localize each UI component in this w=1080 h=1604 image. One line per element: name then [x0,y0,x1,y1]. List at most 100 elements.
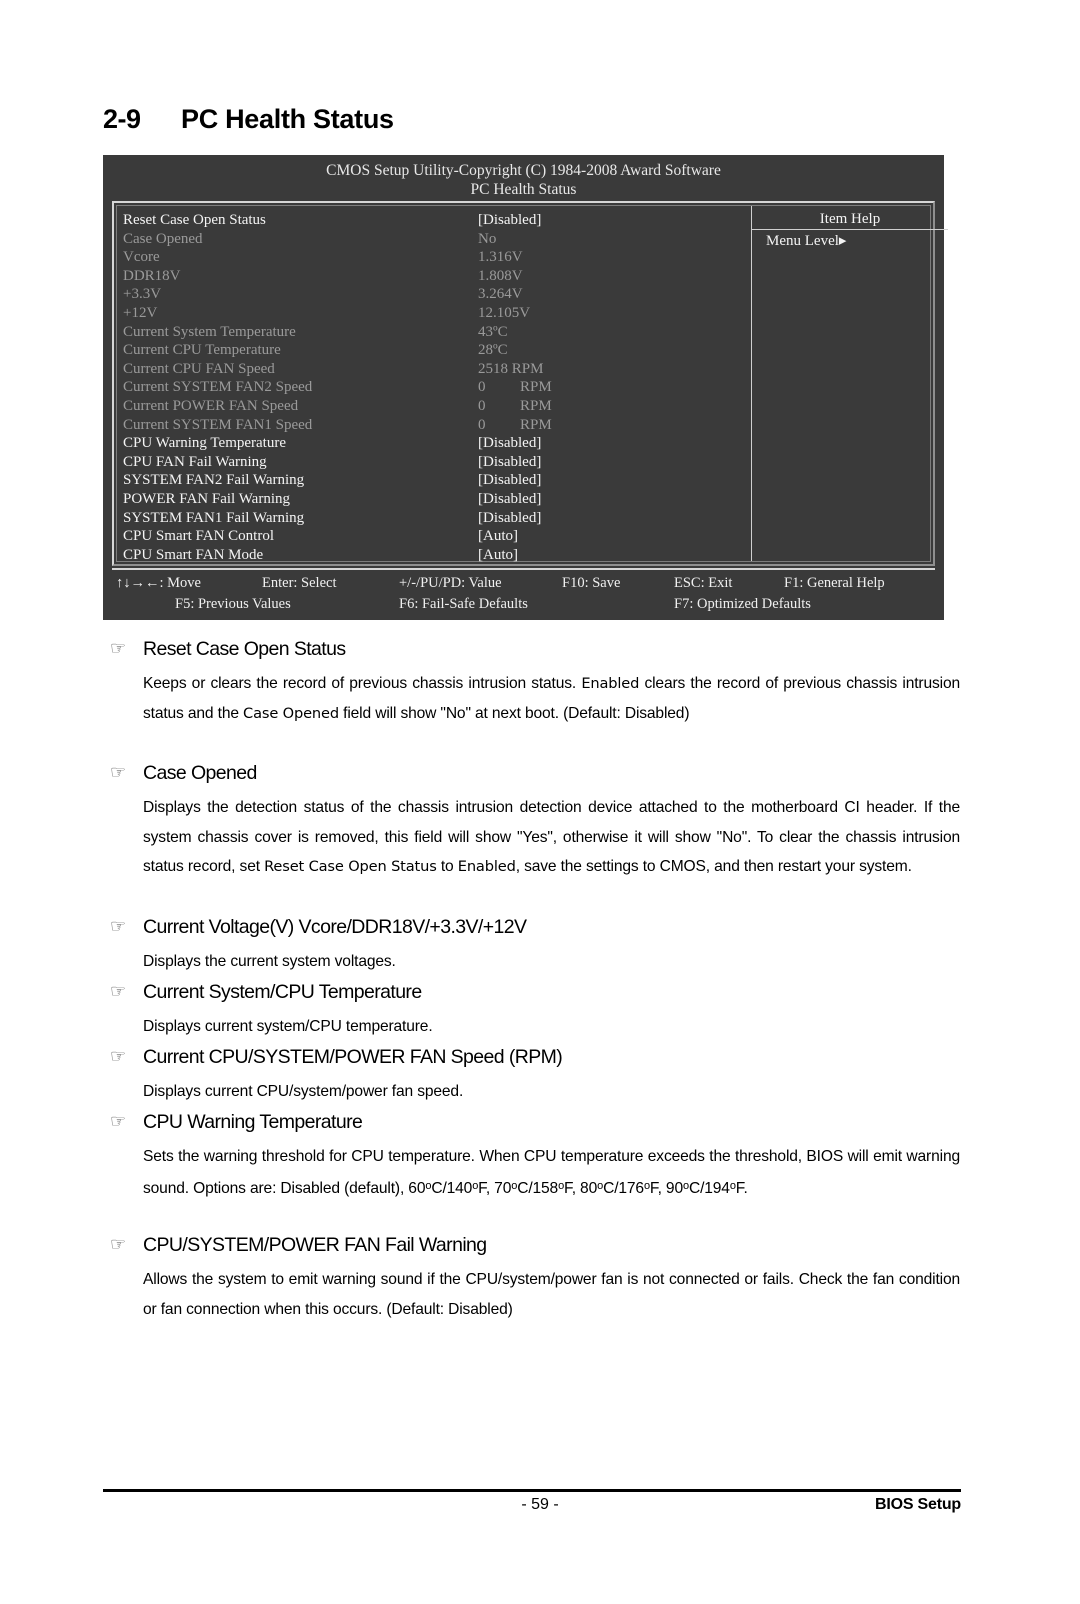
bios-screenshot: CMOS Setup Utility-Copyright (C) 1984-20… [103,155,948,620]
bios-row-value-number: 0 [478,379,486,396]
bios-row-label: Current POWER FAN Speed [123,397,299,414]
bios-row-label: CPU Smart FAN Mode [123,546,264,563]
page-title: 2-9 PC Health Status [103,104,963,135]
bios-row-value[interactable]: [Disabled] [478,211,748,230]
bios-row[interactable]: CPU Smart FAN Control [Auto] [123,527,748,546]
bios-row-value[interactable]: [Disabled] [478,509,748,528]
section-bullet-title: Reset Case Open Status [143,638,346,660]
bios-row-value: 0 RPM [478,397,748,416]
pointing-hand-icon: ☞ [110,981,126,1002]
bios-row[interactable]: Reset Case Open Status [Disabled] [123,211,748,230]
pointing-hand-icon: ☞ [110,638,126,659]
bios-row-label: DDR18V [123,267,181,284]
bios-key-legend-row1: ↑↓→←: Move Enter: Select +/-/PU/PD: Valu… [112,573,935,594]
bios-row-label: +12V [123,304,158,321]
section-bullet-heading: ☞ Reset Case Open Status [110,638,960,661]
bios-row-label: CPU Smart FAN Control [123,528,274,545]
bios-row: +3.3V 3.264V [123,285,748,304]
section-body-text: Displays the detection status of the cha… [143,799,960,875]
bios-row-label: Case Opened [123,230,203,247]
bios-row-label: Vcore [123,249,160,266]
pointing-hand-icon: ☞ [110,762,126,783]
section-body-text: Displays the current system voltages. [143,953,396,970]
bios-row[interactable]: SYSTEM FAN1 Fail Warning [Disabled] [123,509,748,528]
pointing-hand-icon: ☞ [110,1234,126,1255]
bios-row-value: No [478,230,497,247]
bios-row: Vcore 1.316V [123,248,748,267]
section-bullet-heading: ☞ Case Opened [110,762,960,785]
bios-row[interactable]: CPU FAN Fail Warning [Disabled] [123,453,748,472]
item-help-panel: Item Help Menu Level▸ [751,206,948,561]
section-body-text: Keeps or clears the record of previous c… [143,675,960,722]
key-value: +/-/PU/PD: Value [399,575,502,591]
bios-row-value[interactable]: [Auto] [478,546,748,565]
bios-row: Current System Temperature 43ºC [123,323,748,342]
bios-row: Case Opened No [123,230,748,249]
bios-row-value-unit: RPM [520,416,552,433]
section-bullet-heading: ☞ Current Voltage(V) Vcore/DDR18V/+3.3V/+… [110,916,960,939]
bios-row-value[interactable]: [Disabled] [478,453,748,472]
section-number: 2-9 [103,104,141,134]
bios-row[interactable]: SYSTEM FAN2 Fail Warning [Disabled] [123,471,748,490]
section-body-text: Allows the system to emit warning sound … [143,1271,960,1318]
bios-row[interactable]: POWER FAN Fail Warning [Disabled] [123,490,748,509]
bios-row-label: CPU Warning Temperature [123,435,286,452]
bios-row-value-unit: RPM [520,397,552,414]
key-save: F10: Save [562,575,621,591]
bios-row-value: 0 RPM [478,416,748,435]
section-body-text: Displays current system/CPU temperature. [143,1018,433,1035]
key-move: ↑↓→←: Move [116,575,201,591]
bios-row: Current CPU FAN Speed 2518 RPM [123,360,748,379]
bios-row-value: 1.808V [478,267,523,284]
section-body-text: Displays current CPU/system/power fan sp… [143,1083,464,1100]
bios-row: DDR18V 1.808V [123,267,748,286]
section-bullet-title: Current Voltage(V) Vcore/DDR18V/+3.3V/+1… [143,916,527,938]
section-bullet-title: Current System/CPU Temperature [143,981,422,1003]
bios-row[interactable]: CPU Smart FAN Mode [Auto] [123,546,748,565]
bios-key-legend: ↑↓→←: Move Enter: Select +/-/PU/PD: Valu… [112,568,935,614]
bios-row-value: 12.105V [478,304,531,321]
bios-title-bar: CMOS Setup Utility-Copyright (C) 1984-20… [103,155,944,199]
bios-row-value: 0 RPM [478,378,748,397]
bios-row-label: SYSTEM FAN1 Fail Warning [123,509,305,526]
bios-row: +12V 12.105V [123,304,748,323]
pointing-hand-icon: ☞ [110,1046,126,1067]
bios-row-value: 1.316V [478,249,523,266]
section-bullet-heading: ☞ CPU Warning Temperature [110,1111,960,1134]
bios-row-label: Current System Temperature [123,323,296,340]
footer-chapter-label: BIOS Setup [874,1496,961,1513]
pointing-hand-icon: ☞ [110,916,126,937]
bios-row-label: +3.3V [123,286,162,303]
bios-row: Current POWER FAN Speed 0 RPM [123,397,748,416]
bios-row: Current CPU Temperature 28ºC [123,341,748,360]
bios-main-frame: Reset Case Open Status [Disabled] Case Ope… [112,201,948,566]
key-failsafe-defaults: F6: Fail-Safe Defaults [399,596,528,612]
bios-row-value[interactable]: [Disabled] [478,490,748,509]
bios-row-value[interactable]: [Auto] [478,527,748,546]
bios-inner-frame: Reset Case Open Status [Disabled] Case Ope… [116,205,948,564]
document-page: 2-9 PC Health Status CMOS Setup Utility-… [0,0,1080,1604]
footer-divider [103,1489,961,1492]
bios-row-label: SYSTEM FAN2 Fail Warning [123,472,305,489]
section-bullet-title: Current CPU/SYSTEM/POWER FAN Speed (RPM) [143,1046,563,1068]
menu-level-label: Menu Level▸ [766,233,847,249]
key-general-help: F1: General Help [784,575,885,591]
section-bullet-heading: ☞ Current System/CPU Temperature [110,981,960,1004]
section-bullet-heading: ☞ Current CPU/SYSTEM/POWER FAN Speed (RPM… [110,1046,960,1069]
bios-row-value[interactable]: [Disabled] [478,434,748,453]
bios-row-label: Current CPU FAN Speed [123,360,275,377]
section-bullet-title: CPU/SYSTEM/POWER FAN Fail Warning [143,1234,487,1256]
bios-row: Current SYSTEM FAN2 Speed 0 RPM [123,378,748,397]
section-bullet-title: Case Opened [143,762,257,784]
bios-row-value: 3.264V [478,286,523,303]
bios-settings-list: Reset Case Open Status [Disabled] Case Ope… [123,211,748,564]
key-previous-values: F5: Previous Values [175,596,291,612]
bios-row-value-number: 0 [478,397,486,414]
bios-row-label: Current SYSTEM FAN1 Speed [123,416,313,433]
bios-row-value-number: 0 [478,416,486,433]
bios-row: Current SYSTEM FAN1 Speed 0 RPM [123,416,748,435]
bios-row-label: Current CPU Temperature [123,342,281,359]
bios-row[interactable]: CPU Warning Temperature [Disabled] [123,434,748,453]
bios-row-value[interactable]: [Disabled] [478,471,748,490]
item-help-title: Item Help [752,206,948,230]
